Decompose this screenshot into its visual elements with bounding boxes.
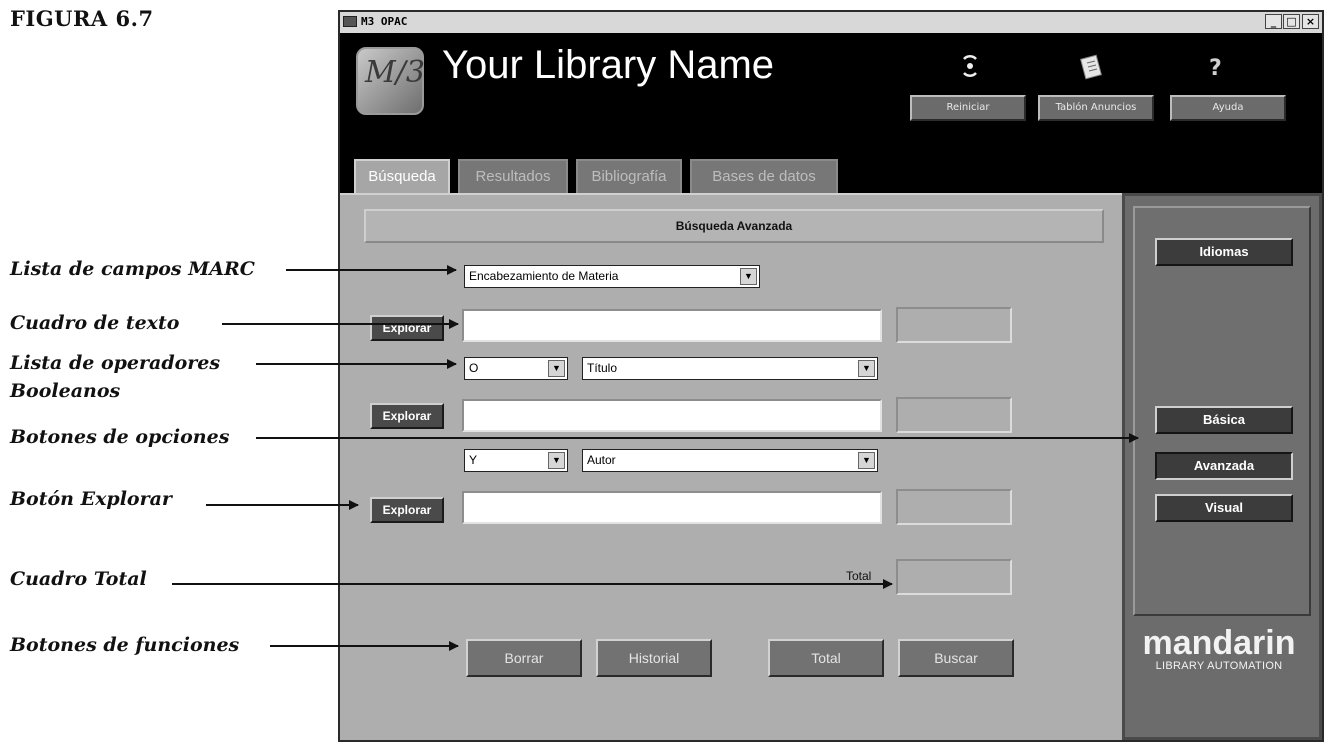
annotation-text-box: Cuadro de texto (10, 312, 180, 334)
search-text-1[interactable] (462, 309, 882, 342)
tab-resultados[interactable]: Resultados (458, 159, 568, 193)
annotation-option-buttons: Botones de opciones (10, 426, 230, 448)
library-name: Your Library Name (442, 43, 775, 87)
search-panel: Búsqueda Avanzada Encabezamiento de Mate… (340, 193, 1122, 740)
boolean-operator-select-2[interactable]: Y ▼ (464, 449, 568, 472)
select-value: Autor (587, 453, 616, 467)
notice-board-icon[interactable] (1072, 53, 1112, 87)
chevron-down-icon[interactable]: ▼ (740, 268, 757, 285)
figure-label: FIGURA 6.7 (10, 6, 154, 31)
title-bar: M3 OPAC _ □ × (340, 12, 1322, 34)
mandarin-logo: mandarin LIBRARY AUTOMATION (1139, 626, 1299, 672)
reset-button[interactable]: Reiniciar (910, 95, 1026, 121)
maximize-button[interactable]: □ (1283, 14, 1300, 29)
brand-tagline: LIBRARY AUTOMATION (1155, 660, 1283, 672)
help-icon[interactable]: ? (1196, 53, 1236, 87)
tab-bases-de-datos[interactable]: Bases de datos (690, 159, 838, 193)
close-button[interactable]: × (1302, 14, 1319, 29)
search-text-3[interactable] (462, 491, 882, 524)
chevron-down-icon[interactable]: ▼ (548, 360, 565, 377)
chevron-down-icon[interactable]: ▼ (858, 452, 875, 469)
total-label: Total (846, 569, 872, 583)
marc-field-select-1[interactable]: Encabezamiento de Materia ▼ (464, 265, 760, 288)
logo-text: M/3 (365, 55, 425, 90)
advanced-search-heading: Búsqueda Avanzada (364, 209, 1104, 243)
marc-field-select-2[interactable]: Título ▼ (582, 357, 878, 380)
brand-name: mandarin (1142, 624, 1296, 662)
select-value: Y (469, 453, 478, 467)
chevron-down-icon[interactable]: ▼ (858, 360, 875, 377)
languages-button[interactable]: Idiomas (1155, 238, 1293, 266)
window-title: M3 OPAC (361, 15, 408, 28)
marc-field-select-3[interactable]: Autor ▼ (582, 449, 878, 472)
annotation-boolean-list: Lista de operadores (10, 352, 221, 374)
minimize-button[interactable]: _ (1265, 14, 1282, 29)
basic-search-button[interactable]: Básica (1155, 406, 1293, 434)
search-text-2[interactable] (462, 399, 882, 432)
m3-logo: M/3 (356, 47, 425, 115)
annotation-boolean-list-2: Booleanos (10, 380, 121, 402)
select-value: Encabezamiento de Materia (469, 269, 619, 283)
annotation-marc-list: Lista de campos MARC (10, 258, 255, 280)
annotation-explore-button: Botón Explorar (10, 488, 172, 510)
tab-bibliografia[interactable]: Bibliografía (576, 159, 682, 193)
explore-button-2[interactable]: Explorar (370, 403, 444, 429)
explore-button-1[interactable]: Explorar (370, 315, 444, 341)
visual-search-button[interactable]: Visual (1155, 494, 1293, 522)
total-button[interactable]: Total (768, 639, 884, 677)
select-value: Título (587, 361, 618, 375)
chevron-down-icon[interactable]: ▼ (548, 452, 565, 469)
side-panel-inner: Idiomas Básica Avanzada Visual (1133, 206, 1311, 616)
notice-board-button[interactable]: Tablón Anuncios (1038, 95, 1154, 121)
annotation-total-box: Cuadro Total (10, 568, 147, 590)
header: M/3 Your Library Name ? Reiniciar Tablón… (340, 33, 1322, 195)
boolean-operator-select-1[interactable]: O ▼ (464, 357, 568, 380)
app-icon (343, 16, 357, 27)
clear-button[interactable]: Borrar (466, 639, 582, 677)
count-box-1 (896, 307, 1012, 343)
search-button[interactable]: Buscar (898, 639, 1014, 677)
annotation-function-buttons: Botones de funciones (10, 634, 240, 656)
opac-window: M3 OPAC _ □ × M/3 Your Library Name ? Re… (338, 10, 1324, 742)
count-box-2 (896, 397, 1012, 433)
count-box-3 (896, 489, 1012, 525)
total-box (896, 559, 1012, 595)
advanced-search-button[interactable]: Avanzada (1155, 452, 1293, 480)
help-button[interactable]: Ayuda (1170, 95, 1286, 121)
select-value: O (469, 361, 479, 375)
side-panel: Idiomas Básica Avanzada Visual mandarin … (1122, 193, 1322, 740)
explore-button-3[interactable]: Explorar (370, 497, 444, 523)
history-button[interactable]: Historial (596, 639, 712, 677)
svg-text:?: ? (1209, 56, 1222, 81)
tab-busqueda[interactable]: Búsqueda (354, 159, 450, 195)
reset-icon[interactable] (950, 53, 990, 85)
